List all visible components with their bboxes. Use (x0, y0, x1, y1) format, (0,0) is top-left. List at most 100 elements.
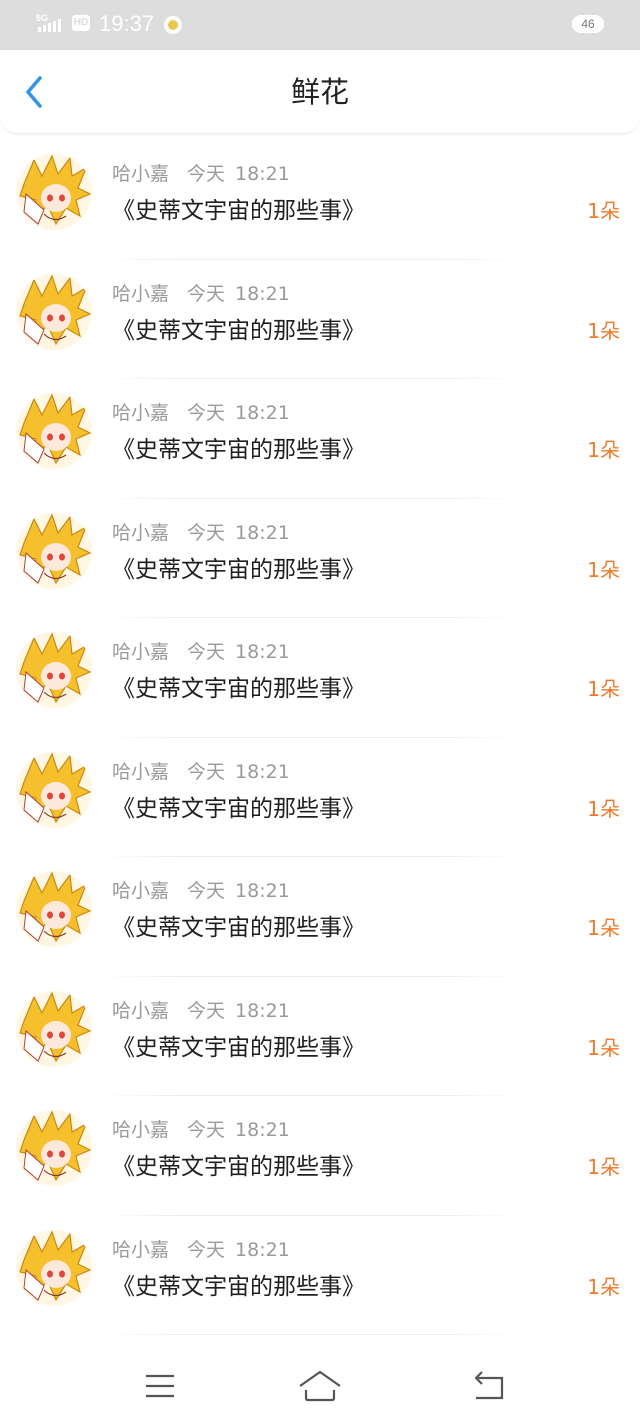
book-title[interactable]: 《史蒂文宇宙的那些事》 (112, 1033, 365, 1063)
avatar-image (16, 512, 92, 589)
avatar-image (16, 990, 92, 1067)
date-label: 今天 (187, 760, 226, 783)
list-item[interactable]: 哈小嘉 今天 18:21 《史蒂文宇宙的那些事》 1朵 (0, 499, 640, 618)
menu-icon (146, 1374, 174, 1398)
avatar[interactable] (16, 273, 92, 350)
avatar[interactable] (16, 871, 92, 947)
divider (100, 1334, 520, 1335)
home-icon (299, 1370, 341, 1402)
avatar-image (16, 1229, 92, 1306)
time-label: 18:21 (235, 760, 290, 783)
time-label: 18:21 (235, 402, 290, 424)
list-item[interactable]: 哈小嘉 今天 18:21 《史蒂文宇宙的那些事》 1朵 (0, 260, 640, 379)
list-item[interactable]: 哈小嘉 今天 18:21 《史蒂文宇宙的那些事》 1朵 (0, 379, 640, 499)
header: 鲜花 (0, 50, 640, 134)
date-label: 今天 (187, 641, 226, 663)
time-label: 18:21 (235, 1238, 290, 1261)
book-title[interactable]: 《史蒂文宇宙的那些事》 (112, 435, 365, 465)
flower-count: 1朵 (587, 199, 620, 223)
menu-button[interactable] (136, 1368, 184, 1404)
book-title[interactable]: 《史蒂文宇宙的那些事》 (112, 316, 365, 346)
list-item[interactable]: 哈小嘉 今天 18:21 《史蒂文宇宙的那些事》 1朵 (0, 857, 640, 977)
book-title[interactable]: 《史蒂文宇宙的那些事》 (112, 1152, 365, 1182)
hd-badge: HD (72, 15, 90, 31)
flower-count: 1朵 (587, 1035, 620, 1060)
avatar[interactable] (16, 990, 92, 1067)
item-meta: 哈小嘉 今天 18:21 (112, 760, 290, 784)
back-icon (474, 1371, 504, 1400)
flower-count: 1朵 (587, 557, 620, 582)
avatar-image (16, 393, 92, 469)
username[interactable]: 哈小嘉 (112, 761, 169, 783)
username[interactable]: 哈小嘉 (112, 522, 169, 544)
list-item[interactable]: 哈小嘉 今天 18:21 《史蒂文宇宙的那些事》 1朵 (0, 977, 640, 1096)
book-title[interactable]: 《史蒂文宇宙的那些事》 (112, 555, 365, 585)
battery-indicator: 46 (572, 15, 604, 33)
date-label: 今天 (187, 999, 226, 1022)
avatar[interactable] (16, 751, 92, 828)
username[interactable]: 哈小嘉 (112, 1000, 169, 1022)
avatar[interactable] (16, 1110, 92, 1186)
item-meta: 哈小嘉 今天 18:21 (112, 162, 290, 186)
username[interactable]: 哈小嘉 (112, 402, 169, 424)
username[interactable]: 哈小嘉 (112, 1239, 169, 1261)
home-button[interactable] (296, 1368, 344, 1404)
avatar-image (16, 871, 92, 947)
avatar-image (16, 1110, 92, 1186)
flower-count: 1朵 (587, 796, 620, 821)
status-bar: 5G HD 19:37 46 (0, 0, 640, 50)
notification-icon (164, 16, 182, 34)
avatar-image (16, 632, 92, 708)
username[interactable]: 哈小嘉 (112, 641, 169, 663)
time-label: 18:21 (235, 1119, 290, 1141)
time-label: 18:21 (235, 880, 290, 902)
system-back-button[interactable] (466, 1368, 514, 1404)
page-title: 鲜花 (290, 75, 349, 109)
item-meta: 哈小嘉 今天 18:21 (112, 521, 290, 545)
time-label: 18:21 (235, 999, 290, 1022)
date-label: 今天 (187, 163, 226, 185)
system-nav-bar (0, 1352, 640, 1422)
book-title[interactable]: 《史蒂文宇宙的那些事》 (112, 1272, 365, 1302)
book-title[interactable]: 《史蒂文宇宙的那些事》 (112, 196, 365, 226)
list-item[interactable]: 哈小嘉 今天 18:21 《史蒂文宇宙的那些事》 1朵 (0, 140, 640, 260)
time-label: 18:21 (235, 163, 290, 185)
item-meta: 哈小嘉 今天 18:21 (112, 879, 290, 903)
item-meta: 哈小嘉 今天 18:21 (112, 640, 290, 664)
list-item[interactable]: 哈小嘉 今天 18:21 《史蒂文宇宙的那些事》 1朵 (0, 738, 640, 857)
date-label: 今天 (187, 521, 226, 544)
date-label: 今天 (187, 1119, 226, 1141)
date-label: 今天 (187, 402, 226, 424)
avatar[interactable] (16, 512, 92, 589)
time-label: 18:21 (235, 282, 290, 305)
flower-count: 1朵 (587, 1274, 620, 1299)
username[interactable]: 哈小嘉 (112, 283, 169, 305)
clock: 19:37 (99, 11, 155, 36)
date-label: 今天 (187, 880, 226, 902)
date-label: 今天 (187, 282, 226, 305)
book-title[interactable]: 《史蒂文宇宙的那些事》 (112, 674, 365, 704)
username[interactable]: 哈小嘉 (112, 163, 169, 185)
avatar-image (16, 273, 92, 350)
time-label: 18:21 (235, 641, 290, 663)
list-item[interactable]: 哈小嘉 今天 18:21 《史蒂文宇宙的那些事》 1朵 (0, 618, 640, 738)
avatar[interactable] (16, 154, 92, 230)
book-title[interactable]: 《史蒂文宇宙的那些事》 (112, 794, 365, 824)
flower-count: 1朵 (587, 677, 620, 701)
avatar[interactable] (16, 1229, 92, 1306)
list-item[interactable]: 哈小嘉 今天 18:21 《史蒂文宇宙的那些事》 1朵 (0, 1096, 640, 1216)
avatar-image (16, 154, 92, 230)
signal-icon: 5G (36, 13, 61, 32)
book-title[interactable]: 《史蒂文宇宙的那些事》 (112, 913, 365, 943)
list-item[interactable]: 哈小嘉 今天 18:21 《史蒂文宇宙的那些事》 1朵 (0, 1216, 640, 1335)
flower-list: 哈小嘉 今天 18:21 《史蒂文宇宙的那些事》 1朵 哈小嘉 今天 18:21 《史蒂… (0, 140, 640, 1335)
item-meta: 哈小嘉 今天 18:21 (112, 1118, 290, 1142)
username[interactable]: 哈小嘉 (112, 1119, 169, 1141)
username[interactable]: 哈小嘉 (112, 880, 169, 902)
avatar[interactable] (16, 632, 92, 708)
avatar-image (16, 751, 92, 828)
flower-count: 1朵 (587, 1155, 620, 1179)
item-meta: 哈小嘉 今天 18:21 (112, 999, 290, 1023)
time-label: 18:21 (235, 521, 290, 544)
avatar[interactable] (16, 393, 92, 469)
